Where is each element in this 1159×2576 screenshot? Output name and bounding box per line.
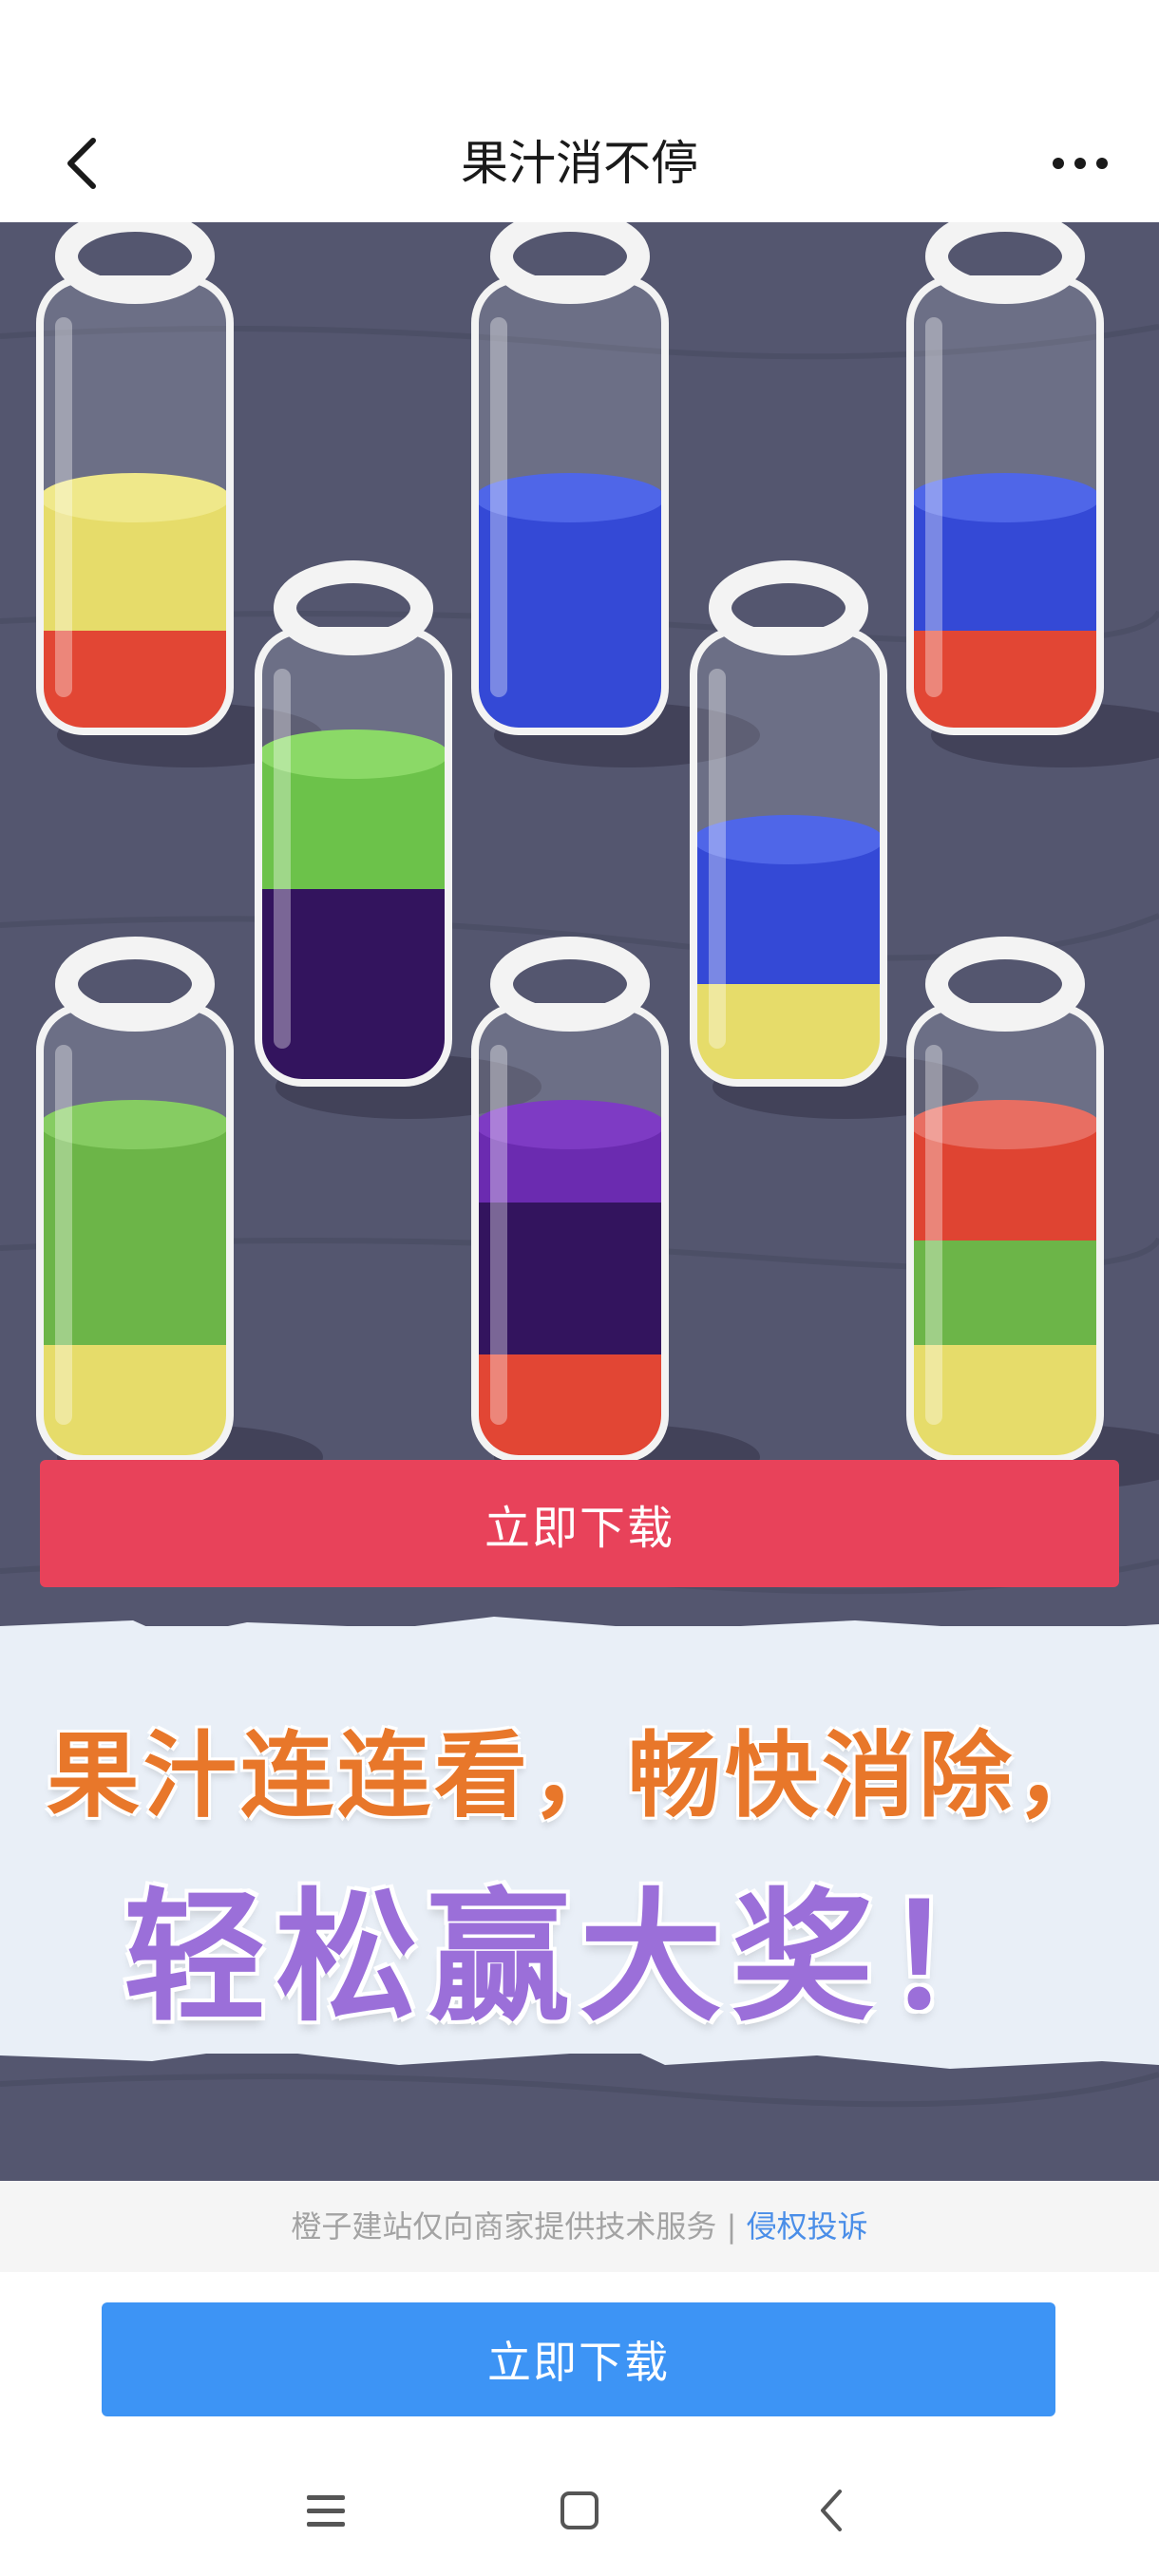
home-button[interactable] [546,2477,613,2544]
bottle-5 [690,560,887,1087]
footer-service-note: 橙子建站仅向商家提供技术服务 | 侵权投诉 [0,2181,1159,2272]
bottle-6 [36,937,234,1463]
recent-apps-button[interactable] [293,2477,359,2544]
service-disclaimer: 橙子建站仅向商家提供技术服务 | [291,2208,747,2245]
status-bar [0,0,1159,104]
bottle-7 [471,937,669,1463]
more-options-button[interactable] [1039,139,1121,188]
report-link[interactable]: 侵权投诉 [747,2208,868,2245]
back-arrow-icon [821,2490,842,2531]
download-button-red[interactable]: 立即下载 [40,1460,1119,1587]
more-dots-icon [1053,158,1108,169]
bottle-4 [255,560,452,1087]
page-title: 果汁消不停 [461,136,698,191]
slogan-line-2: 轻松赢大奖！ [123,1876,1036,2041]
top-nav-bar: 果汁消不停 [0,104,1159,222]
bottle-1 [36,222,234,735]
bottle-8 [906,937,1104,1463]
home-square-icon [560,2491,598,2529]
slogan-line-1: 果汁连连看，畅快消除， [46,1722,1112,1830]
system-back-button[interactable] [798,2477,864,2544]
bottle-2 [471,222,669,735]
menu-icon [307,2495,345,2527]
system-navigation-bar [0,2460,1159,2555]
bottle-3 [906,222,1104,735]
download-button-blue[interactable]: 立即下载 [102,2302,1055,2416]
